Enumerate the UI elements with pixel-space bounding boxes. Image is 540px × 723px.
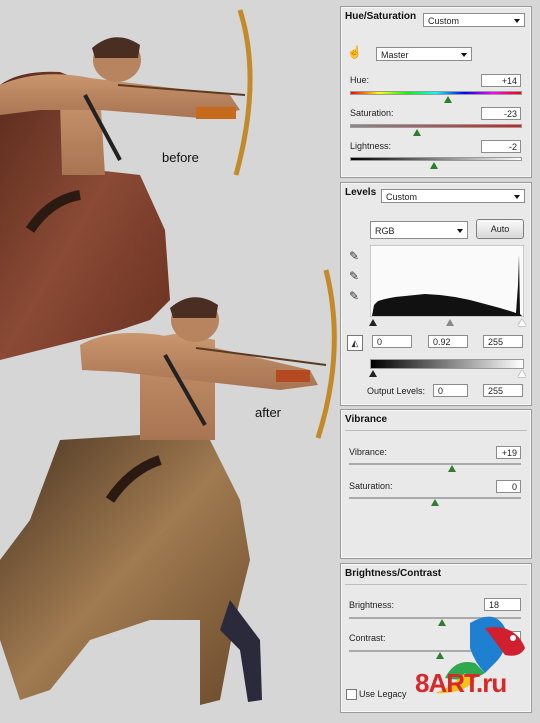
panel-title: Vibrance [345,414,388,425]
eyedropper-black-icon[interactable]: ✎ [347,249,361,263]
panel-title: Brightness/Contrast [345,568,442,579]
contrast-label: Contrast: [349,633,386,643]
brightness-label: Brightness: [349,600,395,610]
output-levels-label: Output Levels: [367,386,426,396]
lightness-value-field[interactable]: -2 [481,140,521,153]
saturation-value-field[interactable]: 0 [496,480,521,493]
lightness-slider-track[interactable] [350,157,522,161]
divider [345,584,527,585]
input-black-field[interactable]: 0 [372,335,412,348]
histogram [370,245,524,317]
chevron-down-icon [514,195,520,199]
input-white-field[interactable]: 255 [483,335,523,348]
channel-value: Master [381,50,409,60]
saturation-slider-thumb[interactable] [431,499,439,506]
use-legacy-label: Use Legacy [359,689,407,699]
hue-slider-thumb[interactable] [444,96,453,103]
preset-value: Custom [386,192,418,202]
hue-slider-track[interactable] [350,91,522,95]
saturation-slider-track[interactable] [350,124,522,128]
after-caption: after [255,405,282,420]
artwork-canvas: before after [0,0,338,720]
output-white-field[interactable]: 255 [483,384,523,397]
channel-value: RGB [375,226,395,236]
saturation-label: Saturation: [349,481,393,491]
panel-title: Hue/Saturation [345,11,417,22]
eyedropper-white-icon[interactable]: ✎ [347,289,361,303]
preset-dropdown[interactable]: Custom [423,13,525,27]
preset-value: Custom [428,16,460,26]
centaur-artwork [0,9,337,705]
chevron-down-icon [514,19,520,23]
parrot-logo-icon [435,616,525,694]
saturation-value-field[interactable]: -23 [481,107,521,120]
hand-adjust-icon[interactable]: ☝ [347,45,362,59]
vibrance-label: Vibrance: [349,447,387,457]
before-caption: before [162,150,199,165]
input-gamma-field[interactable]: 0.92 [428,335,468,348]
output-gradient-bar [370,359,524,369]
preset-dropdown[interactable]: Custom [381,189,525,203]
chevron-down-icon [461,53,467,57]
divider [345,430,527,431]
hue-label: Hue: [350,75,370,85]
saturation-label: Saturation: [350,108,394,118]
input-white-point-handle[interactable] [518,319,526,326]
output-black-handle[interactable] [369,370,377,377]
watermark-text: 8ART.ru [415,668,507,698]
use-legacy-checkbox[interactable] [346,689,357,700]
hue-value-field[interactable]: +14 [481,74,521,87]
lightness-label: Lightness: [350,141,392,151]
panel-title: Levels [345,187,377,198]
hue-saturation-panel: Hue/Saturation Custom ☝ Master Hue: +14 … [340,6,532,178]
vibrance-value-field[interactable]: +19 [496,446,521,459]
eyedropper-gray-icon[interactable]: ✎ [347,269,361,283]
chevron-down-icon [457,229,463,233]
channel-dropdown[interactable]: Master [376,47,472,61]
vibrance-slider-track[interactable] [349,463,521,465]
output-white-handle[interactable] [518,370,526,377]
input-black-point-handle[interactable] [369,319,377,326]
output-black-field[interactable]: 0 [433,384,468,397]
clipping-warning-icon[interactable]: ◭ [347,335,363,351]
saturation-slider-thumb[interactable] [413,129,422,136]
watermark-logo: 8ART.ru [415,603,540,720]
lightness-slider-thumb[interactable] [430,162,439,169]
vibrance-slider-thumb[interactable] [448,465,457,472]
channel-dropdown[interactable]: RGB [370,221,468,239]
vibrance-panel: Vibrance Vibrance: +19 Saturation: 0 [340,409,532,559]
levels-panel: Levels Custom RGB Auto ✎ ✎ ✎ ◭ 0 0.92 25… [340,182,532,406]
auto-button[interactable]: Auto [476,219,524,239]
input-gamma-handle[interactable] [446,319,454,326]
